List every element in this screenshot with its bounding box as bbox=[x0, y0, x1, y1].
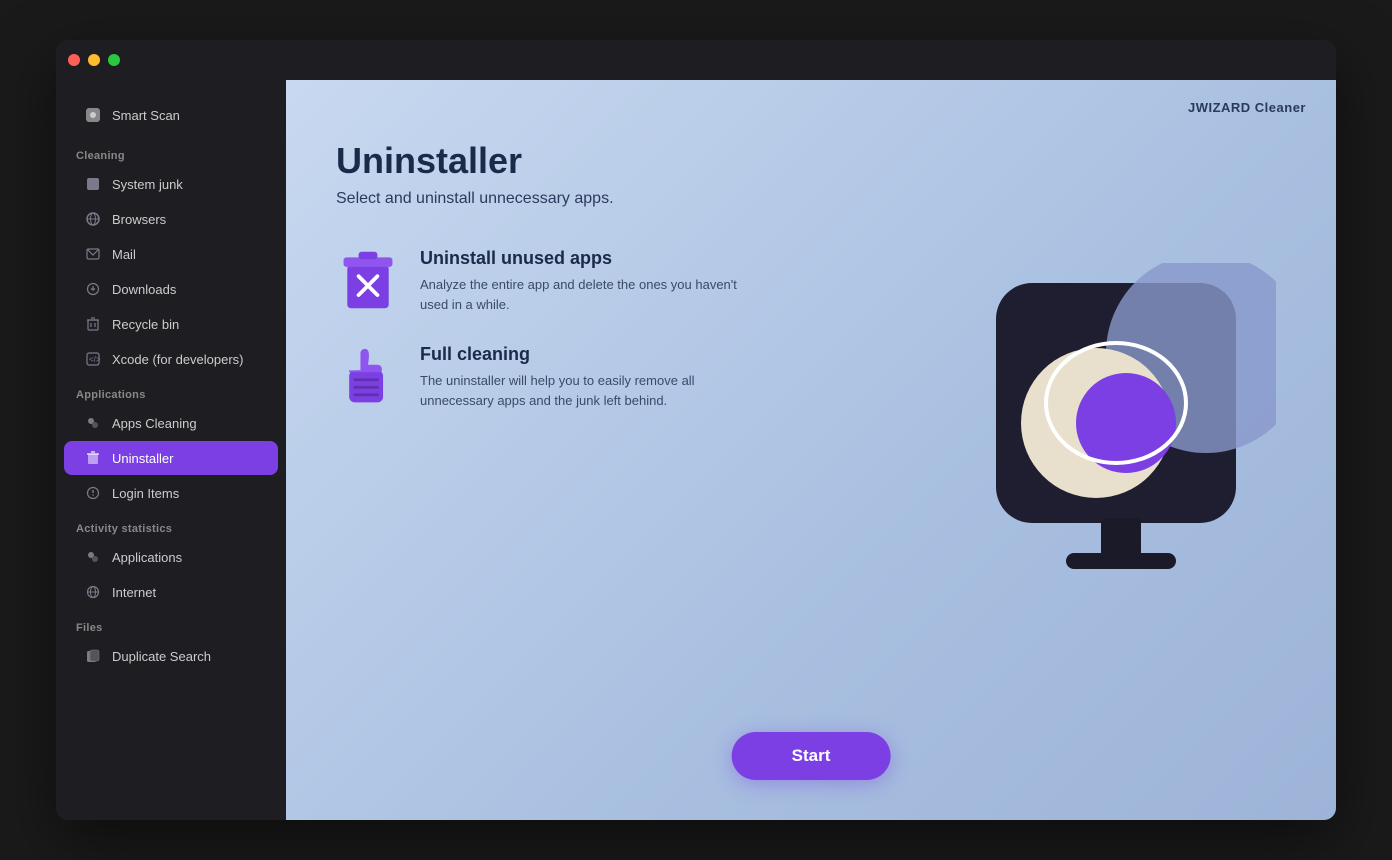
sidebar-item-uninstaller[interactable]: Uninstaller bbox=[64, 441, 278, 475]
duplicate-search-icon bbox=[84, 647, 102, 665]
internet-icon bbox=[84, 583, 102, 601]
sidebar-item-activity-applications[interactable]: Applications bbox=[64, 540, 278, 574]
uninstaller-icon bbox=[84, 449, 102, 467]
page-heading: Uninstaller bbox=[336, 140, 1286, 182]
xcode-icon: </> bbox=[84, 350, 102, 368]
sidebar-item-system-junk[interactable]: System junk bbox=[64, 167, 278, 201]
feature-uninstall-title: Uninstall unused apps bbox=[420, 248, 760, 269]
monitor-illustration bbox=[976, 263, 1276, 603]
sidebar: Smart Scan Cleaning System junk bbox=[56, 80, 286, 820]
feature-full-cleaning-text: Full cleaning The uninstaller will help … bbox=[420, 344, 760, 410]
duplicate-search-label: Duplicate Search bbox=[112, 649, 211, 664]
activity-applications-label: Applications bbox=[112, 550, 182, 565]
section-label-cleaning: Cleaning bbox=[56, 138, 286, 166]
uninstall-unused-icon bbox=[336, 248, 400, 312]
maximize-button[interactable] bbox=[108, 54, 120, 66]
mail-icon bbox=[84, 245, 102, 263]
content-area: Smart Scan Cleaning System junk bbox=[56, 80, 1336, 820]
browsers-icon bbox=[84, 210, 102, 228]
main-content: JWIZARD Cleaner Uninstaller Select and u… bbox=[286, 80, 1336, 820]
sidebar-item-xcode[interactable]: </> Xcode (for developers) bbox=[64, 342, 278, 376]
sidebar-item-browsers[interactable]: Browsers bbox=[64, 202, 278, 236]
downloads-label: Downloads bbox=[112, 282, 176, 297]
app-title: JWIZARD Cleaner bbox=[1188, 100, 1306, 115]
xcode-label: Xcode (for developers) bbox=[112, 352, 244, 367]
login-items-label: Login Items bbox=[112, 486, 179, 501]
feature-uninstall-unused: Uninstall unused apps Analyze the entire… bbox=[336, 248, 836, 314]
page-subtitle: Select and uninstall unnecessary apps. bbox=[336, 190, 1286, 208]
start-button-wrapper: Start bbox=[732, 732, 891, 780]
system-junk-label: System junk bbox=[112, 177, 183, 192]
minimize-button[interactable] bbox=[88, 54, 100, 66]
section-label-applications: Applications bbox=[56, 377, 286, 405]
recycle-bin-icon bbox=[84, 315, 102, 333]
sidebar-item-mail[interactable]: Mail bbox=[64, 237, 278, 271]
sidebar-item-login-items[interactable]: Login Items bbox=[64, 476, 278, 510]
feature-full-cleaning-desc: The uninstaller will help you to easily … bbox=[420, 371, 760, 410]
sidebar-item-recycle-bin[interactable]: Recycle bin bbox=[64, 307, 278, 341]
traffic-lights bbox=[68, 54, 120, 66]
login-items-icon bbox=[84, 484, 102, 502]
feature-uninstall-text: Uninstall unused apps Analyze the entire… bbox=[420, 248, 760, 314]
uninstaller-label: Uninstaller bbox=[112, 451, 173, 466]
apps-cleaning-icon bbox=[84, 414, 102, 432]
feature-full-cleaning-title: Full cleaning bbox=[420, 344, 760, 365]
feature-full-cleaning: Full cleaning The uninstaller will help … bbox=[336, 344, 836, 410]
sidebar-item-smart-scan[interactable]: Smart Scan bbox=[64, 96, 278, 134]
sidebar-item-internet[interactable]: Internet bbox=[64, 575, 278, 609]
features-list: Uninstall unused apps Analyze the entire… bbox=[336, 248, 836, 410]
close-button[interactable] bbox=[68, 54, 80, 66]
smart-scan-label: Smart Scan bbox=[112, 108, 180, 123]
smart-scan-icon bbox=[84, 106, 102, 124]
full-cleaning-icon bbox=[336, 344, 400, 408]
apps-cleaning-label: Apps Cleaning bbox=[112, 416, 197, 431]
mail-label: Mail bbox=[112, 247, 136, 262]
activity-applications-icon bbox=[84, 548, 102, 566]
feature-uninstall-desc: Analyze the entire app and delete the on… bbox=[420, 275, 760, 314]
svg-text:</>: </> bbox=[89, 355, 100, 364]
downloads-icon bbox=[84, 280, 102, 298]
app-window: Smart Scan Cleaning System junk bbox=[56, 40, 1336, 820]
section-label-files: Files bbox=[56, 610, 286, 638]
titlebar bbox=[56, 40, 1336, 80]
recycle-bin-label: Recycle bin bbox=[112, 317, 179, 332]
browsers-label: Browsers bbox=[112, 212, 166, 227]
section-label-activity: Activity statistics bbox=[56, 511, 286, 539]
start-button[interactable]: Start bbox=[732, 732, 891, 780]
system-junk-icon bbox=[84, 175, 102, 193]
sidebar-item-downloads[interactable]: Downloads bbox=[64, 272, 278, 306]
sidebar-item-duplicate-search[interactable]: Duplicate Search bbox=[64, 639, 278, 673]
internet-label: Internet bbox=[112, 585, 156, 600]
sidebar-item-apps-cleaning[interactable]: Apps Cleaning bbox=[64, 406, 278, 440]
